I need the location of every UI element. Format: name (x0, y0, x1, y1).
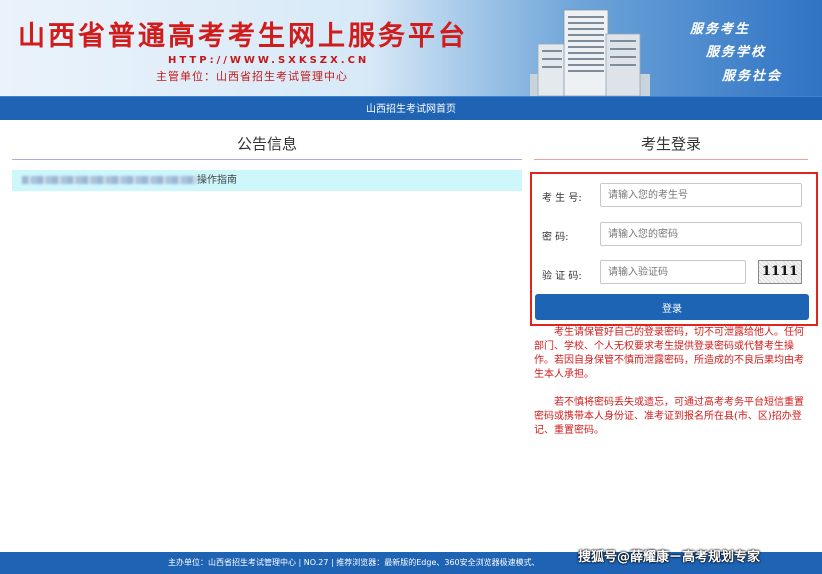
notice-item[interactable]: 操作指南 (12, 170, 522, 191)
site-url: HTTP://WWW.SXKSZX.CN (168, 55, 370, 66)
login-button[interactable]: 登录 (535, 294, 809, 320)
exam-id-label: 考 生 号: (542, 193, 582, 204)
slogan-serve-schools: 服务学校 (706, 45, 767, 60)
notice-item-label: 操作指南 (197, 175, 237, 186)
password-safety-notice: 考生请保管好自己的登录密码，切不可泄露给他人。任何部门、学校、个人无权要求考生提… (534, 327, 804, 380)
nav-bar: 山西招生考试网首页 (0, 96, 822, 120)
site-organizer: 主管单位：山西省招生考试管理中心 (156, 70, 348, 83)
header-banner: 山西省普通高考考生网上服务平台 HTTP://WWW.SXKSZX.CN 主管单… (0, 0, 822, 96)
exam-id-input[interactable] (600, 183, 802, 207)
blurred-text (22, 176, 197, 184)
password-label: 密 码: (542, 232, 569, 243)
password-input[interactable] (600, 222, 802, 246)
captcha-label: 验 证 码: (542, 271, 582, 282)
slogan-serve-students: 服务考生 (690, 22, 751, 37)
building-illustration-icon (530, 9, 650, 96)
login-divider (534, 159, 808, 160)
slogan-serve-society: 服务社会 (722, 69, 783, 84)
login-form: 考 生 号: 密 码: 验 证 码: 1111 登录 (530, 172, 818, 326)
site-title: 山西省普通高考考生网上服务平台 (18, 21, 468, 52)
password-reset-notice: 若不慎将密码丢失或遗忘，可通过高考考务平台短信重置密码或携带本人身份证、准考证到… (534, 397, 804, 436)
captcha-input[interactable] (600, 260, 746, 284)
login-title: 考生登录 (640, 135, 701, 153)
notice-title: 公告信息 (236, 135, 297, 153)
captcha-image[interactable]: 1111 (758, 260, 802, 284)
notice-divider (12, 159, 522, 160)
watermark-text: 搜狐号@薛耀康－高考规划专家 (578, 550, 761, 565)
footer-text: 主办单位：山西省招生考试管理中心 | NO.27 | 推荐浏览器：最新版的Edg… (168, 558, 540, 567)
nav-home-link[interactable]: 山西招生考试网首页 (366, 104, 456, 115)
